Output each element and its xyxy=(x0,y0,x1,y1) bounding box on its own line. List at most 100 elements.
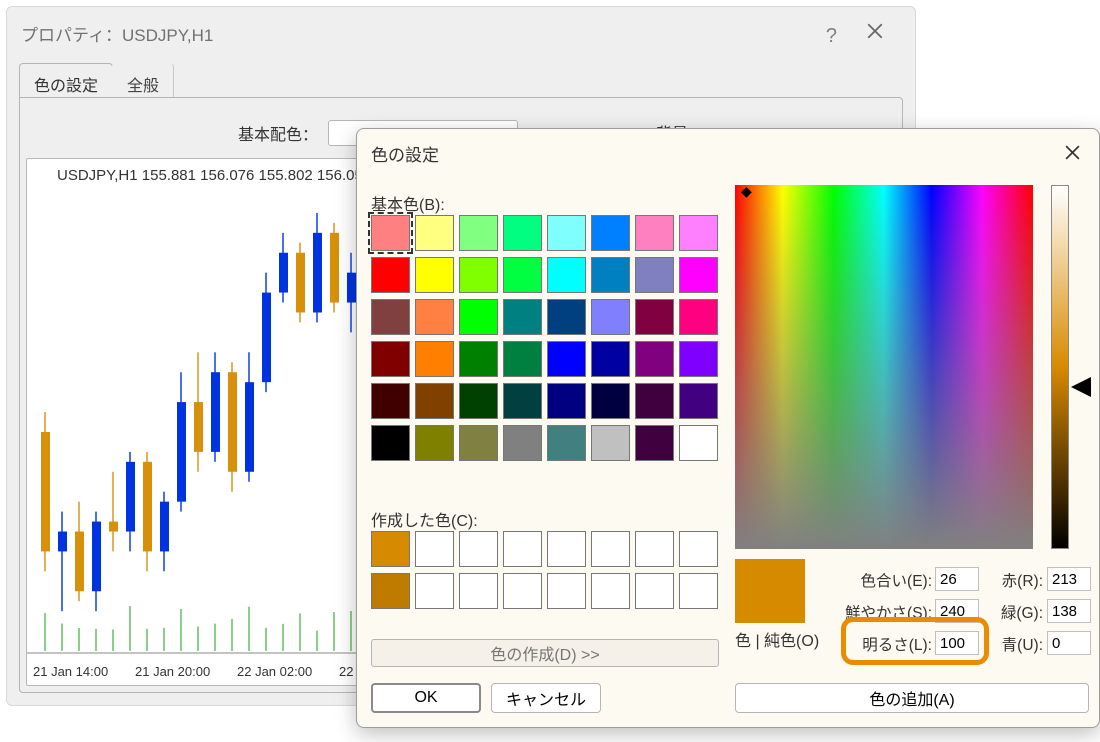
basic-color-cell[interactable] xyxy=(679,299,718,335)
basic-color-cell[interactable] xyxy=(371,425,410,461)
tab-color[interactable]: 色の設定 xyxy=(19,63,113,99)
custom-color-cell[interactable] xyxy=(371,531,410,567)
luminance-arrow-icon[interactable] xyxy=(1071,377,1091,402)
basic-color-cell[interactable] xyxy=(459,425,498,461)
custom-color-cell[interactable] xyxy=(503,573,542,609)
add-color-button[interactable]: 色の追加(A) xyxy=(735,683,1089,713)
custom-color-cell[interactable] xyxy=(635,531,674,567)
basic-color-cell[interactable] xyxy=(679,383,718,419)
current-color-swatch xyxy=(735,559,805,623)
custom-color-cell[interactable] xyxy=(635,573,674,609)
basic-color-cell[interactable] xyxy=(547,215,586,251)
basic-color-cell[interactable] xyxy=(547,383,586,419)
basic-color-cell[interactable] xyxy=(679,425,718,461)
basic-color-cell[interactable] xyxy=(503,299,542,335)
red-input[interactable] xyxy=(1047,567,1091,591)
basic-color-cell[interactable] xyxy=(503,341,542,377)
basic-color-cell[interactable] xyxy=(371,383,410,419)
green-input[interactable] xyxy=(1047,599,1091,623)
basic-color-cell[interactable] xyxy=(591,341,630,377)
x-tick: 21 Jan 14:00 xyxy=(33,664,108,679)
custom-color-cell[interactable] xyxy=(415,573,454,609)
highlight-annotation xyxy=(841,617,989,665)
basic-color-cell[interactable] xyxy=(547,341,586,377)
color-dialog: 色の設定 基本色(B): 作成した色(C): 色の作成(D) >> ◆ 色 | … xyxy=(356,128,1100,728)
blue-input[interactable] xyxy=(1047,631,1091,655)
basic-color-cell[interactable] xyxy=(415,215,454,251)
basic-color-cell[interactable] xyxy=(635,215,674,251)
close-icon[interactable] xyxy=(1055,135,1089,169)
base-scheme-label: 基本配色： xyxy=(238,121,318,145)
luminance-strip[interactable] xyxy=(1051,185,1069,549)
hue-input[interactable] xyxy=(935,567,979,591)
x-tick: 22 Jan 02:00 xyxy=(237,664,312,679)
color-spectrum[interactable]: ◆ xyxy=(735,185,1033,549)
basic-color-cell[interactable] xyxy=(371,215,410,251)
basic-color-cell[interactable] xyxy=(459,341,498,377)
basic-color-cell[interactable] xyxy=(415,299,454,335)
ok-button[interactable]: OK xyxy=(371,683,481,713)
custom-color-cell[interactable] xyxy=(591,531,630,567)
basic-color-cell[interactable] xyxy=(415,425,454,461)
close-icon[interactable] xyxy=(857,13,893,49)
basic-color-cell[interactable] xyxy=(635,383,674,419)
basic-color-cell[interactable] xyxy=(547,257,586,293)
basic-color-cell[interactable] xyxy=(459,299,498,335)
tab-general[interactable]: 全般 xyxy=(112,63,174,99)
basic-colors-label: 基本色(B): xyxy=(371,191,445,215)
basic-color-cell[interactable] xyxy=(591,257,630,293)
custom-color-cell[interactable] xyxy=(591,573,630,609)
blue-label: 青(U): xyxy=(985,633,1043,655)
color-dialog-title: 色の設定 xyxy=(371,141,439,166)
basic-color-cell[interactable] xyxy=(635,257,674,293)
tab-bar: 色の設定 全般 xyxy=(19,63,173,99)
basic-color-cell[interactable] xyxy=(679,257,718,293)
custom-color-cell[interactable] xyxy=(679,573,718,609)
x-tick: 21 Jan 20:00 xyxy=(135,664,210,679)
basic-color-cell[interactable] xyxy=(415,257,454,293)
green-label: 緑(G): xyxy=(985,601,1043,623)
basic-color-cell[interactable] xyxy=(591,215,630,251)
custom-color-cell[interactable] xyxy=(503,531,542,567)
red-label: 赤(R): xyxy=(985,569,1043,591)
window-title: プロパティ：USDJPY,H1 xyxy=(21,21,213,46)
basic-color-cell[interactable] xyxy=(503,383,542,419)
basic-color-cell[interactable] xyxy=(591,383,630,419)
help-icon[interactable]: ? xyxy=(826,25,837,48)
basic-color-cell[interactable] xyxy=(459,383,498,419)
custom-color-row xyxy=(371,573,719,609)
custom-color-cell[interactable] xyxy=(415,531,454,567)
basic-color-cell[interactable] xyxy=(415,383,454,419)
basic-color-cell[interactable] xyxy=(635,299,674,335)
basic-color-cell[interactable] xyxy=(371,257,410,293)
custom-color-cell[interactable] xyxy=(371,573,410,609)
custom-color-cell[interactable] xyxy=(547,573,586,609)
custom-color-row xyxy=(371,531,719,567)
basic-color-cell[interactable] xyxy=(547,299,586,335)
basic-color-cell[interactable] xyxy=(679,341,718,377)
basic-color-cell[interactable] xyxy=(547,425,586,461)
basic-color-cell[interactable] xyxy=(459,215,498,251)
basic-color-cell[interactable] xyxy=(591,425,630,461)
basic-color-cell[interactable] xyxy=(635,425,674,461)
basic-color-cell[interactable] xyxy=(371,341,410,377)
spectrum-marker-icon: ◆ xyxy=(741,183,749,200)
custom-colors-label: 作成した色(C): xyxy=(371,507,478,531)
basic-color-cell[interactable] xyxy=(371,299,410,335)
define-color-button[interactable]: 色の作成(D) >> xyxy=(371,639,719,667)
custom-color-cell[interactable] xyxy=(459,573,498,609)
basic-color-cell[interactable] xyxy=(591,299,630,335)
basic-color-cell[interactable] xyxy=(415,341,454,377)
custom-color-cell[interactable] xyxy=(679,531,718,567)
hue-label: 色合い(E): xyxy=(832,569,932,591)
basic-color-cell[interactable] xyxy=(503,257,542,293)
basic-color-cell[interactable] xyxy=(503,215,542,251)
basic-color-cell[interactable] xyxy=(459,257,498,293)
cancel-button[interactable]: キャンセル xyxy=(491,683,601,713)
basic-color-cell[interactable] xyxy=(503,425,542,461)
basic-color-cell[interactable] xyxy=(635,341,674,377)
swatch-label: 色 | 純色(O) xyxy=(735,627,819,651)
custom-color-cell[interactable] xyxy=(459,531,498,567)
basic-color-cell[interactable] xyxy=(679,215,718,251)
custom-color-cell[interactable] xyxy=(547,531,586,567)
